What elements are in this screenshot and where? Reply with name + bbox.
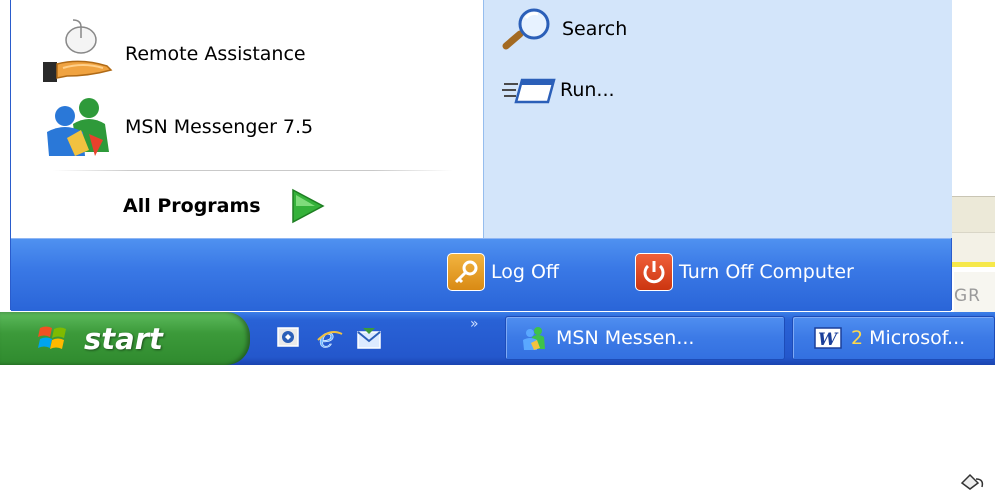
log-off-button[interactable]: Log Off	[447, 253, 559, 291]
start-menu: Remote Assistance MSN Messenger 7.5 All …	[10, 0, 952, 311]
start-label: start	[84, 321, 163, 356]
start-button[interactable]: start	[0, 312, 250, 365]
background-toolbar	[950, 196, 995, 233]
svg-text:W: W	[818, 330, 839, 350]
internet-explorer-icon[interactable]: e	[316, 324, 344, 352]
taskbar-word-label: Microsof...	[869, 327, 966, 349]
start-menu-left-pane: Remote Assistance MSN Messenger 7.5 All …	[11, 0, 483, 238]
search-label: Search	[562, 18, 628, 40]
run-label: Run...	[560, 79, 615, 101]
background-window: GR	[950, 0, 995, 490]
remote-assistance-icon	[43, 19, 113, 82]
remote-assistance-label: Remote Assistance	[125, 43, 306, 65]
all-programs-label: All Programs	[123, 195, 261, 217]
taskbar-msn-label: MSN Messen...	[556, 327, 695, 349]
search-icon	[502, 8, 550, 50]
taskbar-word-count: 2	[851, 327, 864, 349]
turn-off-label: Turn Off Computer	[679, 261, 854, 283]
quick-launch-overflow[interactable]: »	[470, 316, 479, 332]
paint-bucket-icon	[960, 473, 984, 490]
green-arrow-icon	[291, 188, 325, 224]
menu-item-search[interactable]: Search	[500, 6, 627, 52]
taskbar: start e » MSN Messen... W 2 Microsof...	[0, 312, 995, 365]
msn-messenger-icon	[47, 98, 109, 156]
menu-item-msn-messenger[interactable]: MSN Messenger 7.5	[37, 94, 313, 160]
log-off-label: Log Off	[491, 261, 560, 283]
word-icon: W	[814, 327, 842, 350]
menu-separator	[53, 170, 453, 171]
taskbar-button-word[interactable]: W 2 Microsof...	[792, 316, 995, 360]
msn-messenger-icon	[523, 327, 545, 350]
msn-messenger-label: MSN Messenger 7.5	[125, 116, 314, 138]
run-icon	[502, 78, 556, 104]
start-menu-right-pane: Search Run...	[483, 0, 952, 238]
desktop-icon[interactable]	[275, 324, 301, 352]
windows-logo-icon	[38, 326, 66, 349]
start-menu-footer: Log Off Turn Off Computer	[11, 238, 951, 311]
outlook-express-icon[interactable]	[355, 324, 383, 352]
background-text: GR	[954, 272, 995, 312]
taskbar-button-msn[interactable]: MSN Messen...	[505, 316, 785, 360]
all-programs-button[interactable]: All Programs	[123, 186, 327, 226]
turn-off-button[interactable]: Turn Off Computer	[635, 253, 854, 291]
menu-item-run[interactable]: Run...	[500, 72, 615, 108]
power-icon	[635, 253, 673, 291]
menu-item-remote-assistance[interactable]: Remote Assistance	[37, 18, 306, 90]
background-highlight	[950, 262, 995, 267]
key-icon	[447, 253, 485, 291]
